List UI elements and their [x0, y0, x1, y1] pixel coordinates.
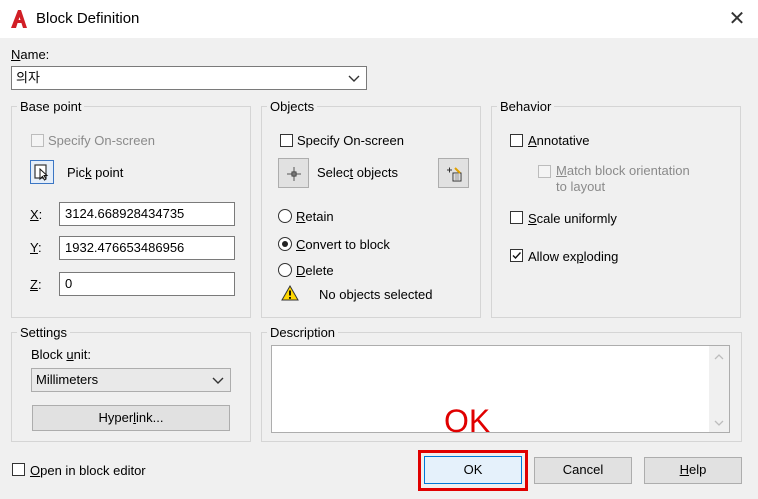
description-textarea[interactable] — [271, 345, 730, 433]
quick-select-icon — [447, 167, 462, 182]
base-point-title: Base point — [17, 99, 85, 114]
x-input[interactable]: 3124.668928434735 — [59, 202, 235, 226]
match-orientation-label: Match block orientation — [556, 163, 690, 178]
convert-to-block-label: Convert to block — [296, 237, 390, 252]
block-unit-select[interactable]: Millimeters — [31, 368, 231, 392]
name-combobox[interactable]: 의자 — [11, 66, 367, 90]
select-objects-label: Select objects — [317, 165, 398, 180]
pick-point-label: Pick point — [67, 165, 124, 180]
objects-specify-onscreen-label: Specify On-screen — [297, 133, 404, 148]
objects-specify-onscreen-checkbox[interactable] — [280, 134, 293, 147]
convert-to-block-radio[interactable] — [278, 237, 292, 251]
objects-status-text: No objects selected — [319, 287, 433, 302]
base-specify-onscreen-checkbox[interactable] — [31, 134, 44, 147]
base-specify-onscreen-label: Specify On-screen — [48, 133, 155, 148]
name-value: 의자 — [16, 70, 40, 85]
objects-title: Objects — [267, 99, 318, 114]
allow-exploding-label: Allow exploding — [528, 249, 619, 264]
pick-point-button[interactable] — [30, 160, 54, 184]
ok-button[interactable]: OK — [424, 456, 522, 484]
quick-select-button[interactable] — [438, 158, 469, 188]
allow-exploding-checkbox[interactable] — [510, 249, 523, 262]
checkmark-icon — [512, 252, 522, 260]
cancel-button[interactable]: Cancel — [534, 457, 632, 484]
retain-radio[interactable] — [278, 209, 292, 223]
warning-icon — [281, 285, 299, 301]
scale-uniformly-label: Scale uniformly — [528, 211, 617, 226]
chevron-down-icon[interactable] — [347, 71, 361, 85]
open-in-editor-checkbox[interactable] — [12, 463, 25, 476]
autocad-logo-icon — [11, 10, 27, 28]
y-label: Y: — [30, 240, 42, 255]
match-orientation-label-line2: to layout — [556, 179, 606, 194]
settings-title: Settings — [17, 325, 70, 340]
behavior-title: Behavior — [497, 99, 555, 114]
open-in-editor-label: Open in block editor — [30, 463, 146, 478]
annotative-label: Annotative — [528, 133, 590, 148]
scale-uniformly-checkbox[interactable] — [510, 211, 523, 224]
scroll-down-icon[interactable] — [713, 418, 725, 428]
x-label: X: — [30, 207, 43, 222]
z-label: Z: — [30, 277, 42, 292]
hyperlink-button[interactable]: Hyperlink... — [32, 405, 230, 431]
crosshair-icon — [287, 167, 301, 181]
description-title: Description — [267, 325, 339, 340]
scroll-up-icon[interactable] — [713, 352, 725, 362]
window-title: Block Definition — [36, 10, 140, 27]
retain-label: Retain — [296, 209, 334, 224]
delete-label: Delete — [296, 263, 334, 278]
name-label: Name: — [11, 47, 50, 62]
z-input[interactable]: 0 — [59, 272, 235, 296]
delete-radio[interactable] — [278, 263, 292, 277]
match-orientation-checkbox[interactable] — [538, 165, 551, 178]
radio-selected-dot — [282, 241, 288, 247]
chevron-down-icon[interactable] — [211, 373, 225, 387]
annotative-checkbox[interactable] — [510, 134, 523, 147]
y-input[interactable]: 1932.476653486956 — [59, 236, 235, 260]
block-unit-value: Millimeters — [36, 372, 99, 387]
close-icon[interactable]: ✕ — [726, 8, 748, 30]
pick-point-icon — [34, 164, 49, 181]
select-objects-button[interactable] — [278, 158, 309, 188]
annotation-ok-text: OK — [444, 403, 491, 439]
block-unit-label: Block unit: — [31, 347, 91, 362]
help-button[interactable]: Help — [644, 457, 742, 484]
